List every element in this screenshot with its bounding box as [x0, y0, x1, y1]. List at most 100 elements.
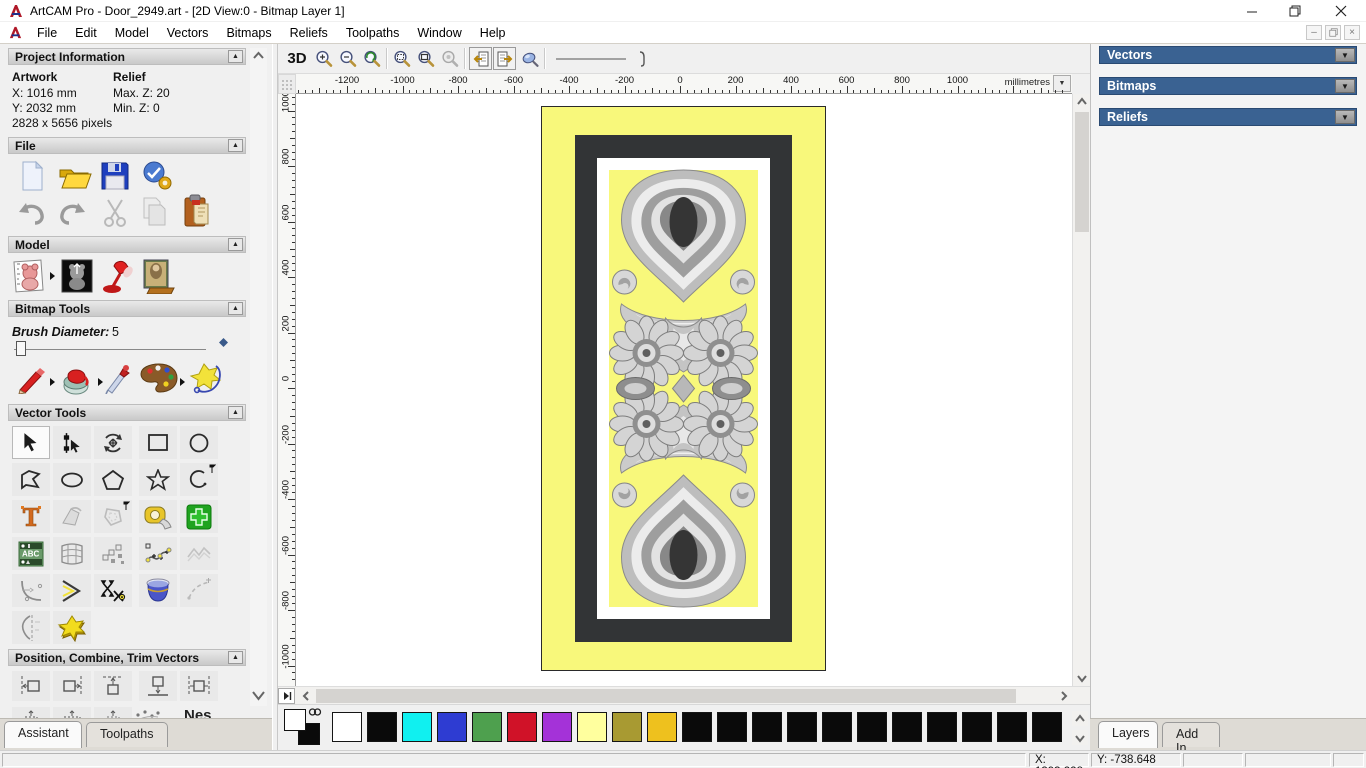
menu-item-model[interactable]: Model: [106, 23, 158, 43]
section-model[interactable]: Model ▲: [8, 236, 246, 253]
save-model-icon[interactable]: [100, 161, 130, 191]
section-position-combine-trim[interactable]: Position, Combine, Trim Vectors ▲: [8, 649, 246, 666]
node-editing-icon[interactable]: [53, 426, 91, 459]
measure-icon[interactable]: [139, 500, 177, 533]
palette-swatch[interactable]: [612, 712, 642, 742]
link-colours-icon[interactable]: [308, 707, 322, 717]
align-centre-icon[interactable]: [180, 671, 218, 701]
offset-vector-icon[interactable]: [94, 500, 132, 533]
create-polyline-icon[interactable]: [12, 463, 50, 496]
ruler-origin-button[interactable]: [278, 74, 296, 94]
join-vectors-icon[interactable]: [53, 574, 91, 607]
collapse-button[interactable]: ▲: [228, 406, 243, 419]
free-form-curve-icon[interactable]: [180, 574, 218, 607]
palette-swatch[interactable]: [542, 712, 572, 742]
texture-relief-icon[interactable]: [140, 258, 176, 294]
mdi-close-button[interactable]: ×: [1344, 25, 1360, 40]
primary-secondary-colours[interactable]: [284, 707, 326, 747]
palette-swatch[interactable]: [437, 712, 467, 742]
next-bitmap-layer-icon[interactable]: [493, 47, 516, 70]
expand-vectors-button[interactable]: ▼: [1335, 48, 1355, 62]
palette-swatch[interactable]: [472, 712, 502, 742]
menu-item-edit[interactable]: Edit: [66, 23, 106, 43]
trim-vectors-icon[interactable]: [94, 574, 132, 607]
transform-vectors-icon[interactable]: [94, 426, 132, 459]
palette-swatch[interactable]: [997, 712, 1027, 742]
section-file[interactable]: File ▲: [8, 137, 246, 154]
invert-model-icon[interactable]: [60, 258, 94, 294]
pick-colour-icon[interactable]: [104, 364, 132, 394]
tab-assistant[interactable]: Assistant: [4, 721, 82, 748]
create-polygon-icon[interactable]: [94, 463, 132, 496]
view-layer-icon[interactable]: [518, 47, 541, 70]
collapse-button[interactable]: ▲: [228, 651, 243, 664]
palette-swatch[interactable]: [507, 712, 537, 742]
section-reliefs[interactable]: Reliefs ▼: [1099, 108, 1357, 126]
section-vector-tools[interactable]: Vector Tools ▲: [8, 404, 246, 421]
colour-palette-icon[interactable]: [140, 362, 178, 394]
select-vectors-icon[interactable]: [12, 426, 50, 459]
menu-item-toolpaths[interactable]: Toolpaths: [337, 23, 409, 43]
flyout-arrow-icon[interactable]: [98, 378, 103, 386]
palette-swatch[interactable]: [1032, 712, 1062, 742]
section-bitmaps[interactable]: Bitmaps ▼: [1099, 77, 1357, 95]
fit-curve-icon[interactable]: [139, 537, 177, 570]
collapse-button[interactable]: ▲: [228, 50, 243, 63]
restore-button[interactable]: [1278, 0, 1312, 22]
scroll-up-arrow[interactable]: [1073, 94, 1091, 110]
pan-mode-button[interactable]: [278, 688, 295, 704]
primary-colour-swatch[interactable]: [284, 709, 306, 731]
text-block-icon[interactable]: ABC: [12, 537, 50, 570]
palette-swatch[interactable]: [332, 712, 362, 742]
palette-swatch[interactable]: [367, 712, 397, 742]
palette-swatch[interactable]: [822, 712, 852, 742]
section-project-information[interactable]: Project Information ▲: [8, 48, 246, 65]
align-top-icon[interactable]: [94, 671, 132, 701]
collapse-button[interactable]: ▲: [228, 238, 243, 251]
mdi-minimize-button[interactable]: –: [1306, 25, 1322, 40]
section-bitmap-tools[interactable]: Bitmap Tools ▲: [8, 300, 246, 317]
collapse-button[interactable]: ▲: [228, 302, 243, 315]
open-model-icon[interactable]: [58, 162, 92, 190]
assistant-scroll-track[interactable]: [250, 64, 267, 684]
mirror-vectors-icon[interactable]: [12, 611, 50, 644]
create-rectangle-icon[interactable]: [139, 426, 177, 459]
palette-swatch[interactable]: [402, 712, 432, 742]
zoom-out-icon[interactable]: [336, 47, 359, 70]
paint-icon[interactable]: [16, 366, 46, 394]
brush-slider-handle[interactable]: [16, 341, 26, 356]
menu-item-help[interactable]: Help: [471, 23, 515, 43]
cut-icon[interactable]: [102, 198, 128, 228]
extrude-icon[interactable]: [139, 574, 177, 607]
create-ellipse-icon[interactable]: [53, 463, 91, 496]
flyout-arrow-icon[interactable]: [50, 378, 55, 386]
paste-along-curve-icon[interactable]: [94, 537, 132, 570]
toggle-3d-view-button[interactable]: 3D: [284, 47, 310, 70]
menu-item-file[interactable]: File: [28, 23, 66, 43]
zoom-object-icon[interactable]: [438, 47, 461, 70]
close-button[interactable]: [1324, 0, 1358, 22]
create-text-icon[interactable]: [12, 500, 50, 533]
collapse-button[interactable]: ▲: [228, 139, 243, 152]
palette-swatch[interactable]: [647, 712, 677, 742]
menu-item-bitmaps[interactable]: Bitmaps: [217, 23, 280, 43]
mdi-restore-button[interactable]: [1325, 25, 1341, 40]
assistant-scroll-down[interactable]: [250, 684, 267, 706]
expand-reliefs-button[interactable]: ▼: [1335, 110, 1355, 124]
scroll-left-arrow[interactable]: [298, 687, 314, 705]
zoom-previous-icon[interactable]: [360, 47, 383, 70]
zoom-fit-icon[interactable]: [414, 47, 437, 70]
menu-item-reliefs[interactable]: Reliefs: [281, 23, 337, 43]
paste-icon[interactable]: [182, 194, 212, 228]
align-bottom-icon[interactable]: [139, 671, 177, 701]
flyout-arrow-icon[interactable]: [180, 378, 185, 386]
undo-icon[interactable]: [16, 202, 46, 226]
flyout-arrow-icon[interactable]: [50, 272, 55, 280]
palette-swatch[interactable]: [717, 712, 747, 742]
flood-fill-icon[interactable]: [60, 364, 94, 396]
zoom-in-icon[interactable]: [312, 47, 335, 70]
new-model-icon[interactable]: [18, 160, 46, 192]
magic-wand-icon[interactable]: [188, 362, 222, 394]
palette-swatch[interactable]: [927, 712, 957, 742]
palette-swatch[interactable]: [962, 712, 992, 742]
